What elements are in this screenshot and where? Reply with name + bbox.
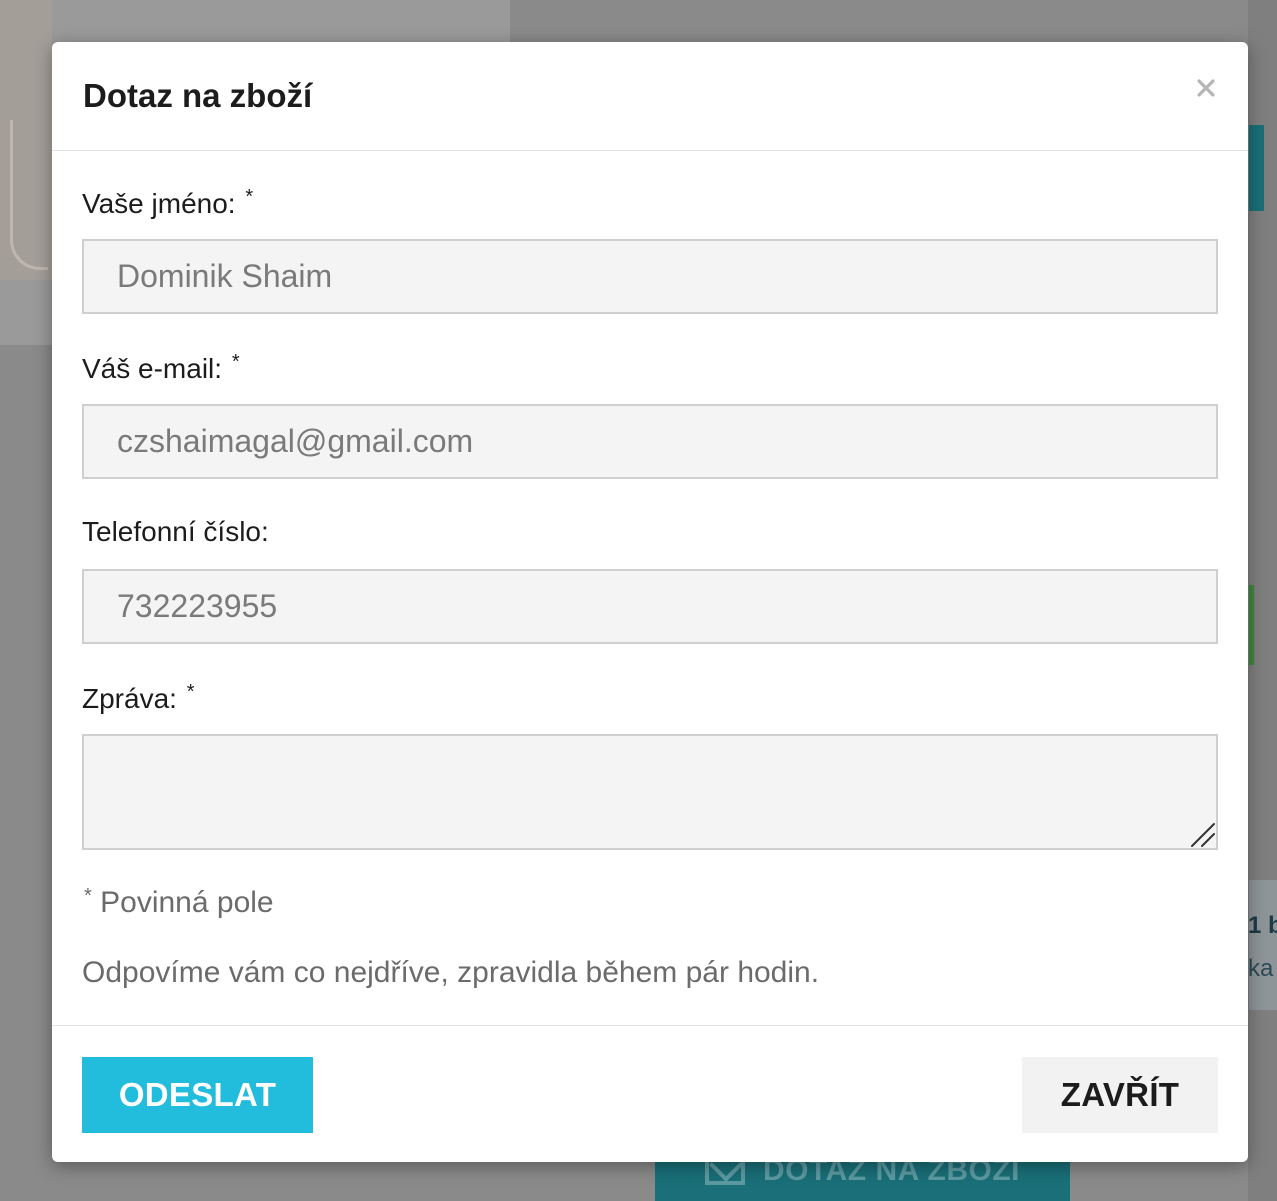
email-label: Váš e-mail: *	[82, 351, 240, 385]
dialog-footer: ODESLAT ZAVŘÍT	[52, 1025, 1248, 1162]
response-time-note: Odpovíme vám co nejdříve, zpravidla běhe…	[82, 956, 820, 989]
product-inquiry-dialog: Dotaz na zboží Vaše jméno: * Váš e-mail:…	[52, 42, 1248, 1162]
phone-input[interactable]	[82, 569, 1218, 644]
required-fields-text: Povinná pole	[100, 886, 274, 919]
close-button[interactable]: ZAVŘÍT	[1022, 1057, 1218, 1133]
resize-handle-icon[interactable]	[1188, 820, 1216, 848]
required-mark: *	[231, 351, 240, 373]
message-textarea[interactable]	[82, 734, 1218, 850]
background-info-box	[1249, 880, 1277, 1010]
phone-label-text: Telefonní číslo:	[82, 516, 269, 547]
background-info-subtext: ka	[1248, 955, 1274, 982]
background-info-text: 1 b	[1248, 912, 1277, 939]
background-add-to-cart-button	[1249, 585, 1254, 665]
dialog-header: Dotaz na zboží	[52, 42, 1248, 151]
phone-label: Telefonní číslo:	[82, 516, 269, 548]
message-label: Zpráva: *	[82, 681, 195, 715]
required-fields-note: * Povinná pole	[82, 885, 274, 920]
submit-button[interactable]: ODESLAT	[82, 1057, 313, 1133]
dialog-title: Dotaz na zboží	[83, 77, 313, 114]
required-mark: *	[186, 681, 195, 703]
email-label-text: Váš e-mail:	[82, 353, 223, 384]
close-icon[interactable]	[1194, 76, 1218, 100]
name-input[interactable]	[82, 239, 1218, 314]
product-photo	[0, 0, 52, 280]
dialog-body: Vaše jméno: * Váš e-mail: * Telefonní čí…	[52, 151, 1248, 1025]
required-mark: *	[84, 885, 92, 907]
name-label-text: Vaše jméno:	[82, 188, 236, 219]
message-label-text: Zpráva:	[82, 683, 177, 714]
background-button	[1249, 125, 1264, 211]
name-label: Vaše jméno: *	[82, 186, 253, 220]
email-input[interactable]	[82, 404, 1218, 479]
required-mark: *	[245, 186, 254, 208]
